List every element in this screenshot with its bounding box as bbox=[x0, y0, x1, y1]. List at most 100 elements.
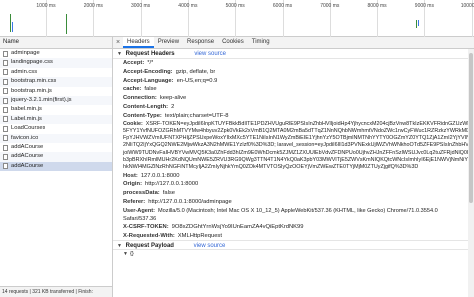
cookie-key: Cookie: bbox=[123, 120, 143, 127]
collapse-triangle-icon[interactable]: ▼ bbox=[117, 241, 122, 251]
request-name: landingpage.css bbox=[11, 59, 53, 66]
request-name: addACourse bbox=[11, 153, 44, 160]
timeline-request-bar bbox=[66, 14, 67, 34]
timeline-tick-label: 5000 ms bbox=[225, 3, 245, 9]
request-name: jquery-3.2.1.min(first).js bbox=[11, 96, 72, 103]
header-row: X-CSRF-TOKEN: 9O8xZDGhtYrnWsjYo9IUnEamZA4… bbox=[113, 223, 474, 232]
timeline-overview[interactable]: 1000 ms 2000 ms 3000 ms 4000 ms 5000 ms 6000 … bbox=[0, 0, 474, 37]
header-value: false bbox=[162, 190, 175, 197]
request-name: Label.min.js bbox=[11, 115, 42, 122]
timeline-tick-label: 7000 ms bbox=[320, 3, 340, 9]
request-payload-section[interactable]: ▼ Request Payload view source bbox=[113, 240, 474, 251]
file-icon bbox=[3, 125, 8, 132]
request-row[interactable]: bootstrap.min.css bbox=[0, 77, 112, 87]
header-row: Content-Type: text/plain;charset=UTF-8 bbox=[113, 112, 474, 121]
timeline-tick-label: 3000 ms bbox=[131, 3, 151, 9]
file-icon bbox=[3, 135, 8, 142]
header-value: XMLHttpRequest bbox=[177, 232, 222, 239]
header-list-2: Host: 127.0.0.1:8000 Origin: http://127.0.0… bbox=[113, 172, 474, 207]
request-row[interactable]: addACourse bbox=[0, 161, 112, 172]
user-agent-key: User-Agent: bbox=[123, 207, 156, 214]
timeline-request-bar bbox=[416, 20, 417, 28]
timeline-request-bar bbox=[12, 22, 13, 32]
header-row: Accept-Language: en-US,en;q=0.9 bbox=[113, 77, 474, 86]
header-row: Accept-Encoding: gzip, deflate, br bbox=[113, 68, 474, 77]
request-detail-pane: × Headers Preview Response Cookies Timing ▼ … bbox=[113, 37, 474, 297]
request-row[interactable]: bootstrap.min.js bbox=[0, 87, 112, 96]
timeline-request-bar bbox=[10, 14, 11, 32]
file-icon bbox=[3, 144, 8, 151]
header-value: 2 bbox=[171, 103, 175, 110]
header-row: Accept: */* bbox=[113, 59, 474, 68]
timeline-tick-label: 1000 ms bbox=[36, 3, 56, 9]
timeline-tick-label: 6000 ms bbox=[272, 3, 293, 9]
header-value: keep-alive bbox=[159, 95, 187, 102]
status-summary: 14 requests | 321 KB transferred | Finis… bbox=[2, 289, 93, 295]
header-key: Referer: bbox=[123, 199, 146, 206]
header-value: http://127.0.0.1:8000 bbox=[145, 181, 199, 188]
request-row[interactable]: jquery-3.2.1.min(first).js bbox=[0, 95, 112, 106]
timeline-tick-label: 10000 ms bbox=[460, 3, 474, 9]
header-key: Origin: bbox=[123, 181, 142, 188]
request-row[interactable]: babel.min.js bbox=[0, 105, 112, 114]
header-key: Accept-Encoding: bbox=[123, 68, 173, 75]
request-name: admin.css bbox=[11, 68, 38, 75]
tab-response[interactable]: Response bbox=[183, 37, 218, 48]
file-icon bbox=[3, 78, 8, 85]
header-row: Referer: http://127.0.0.1:8000/adminpage bbox=[113, 198, 474, 207]
request-row[interactable]: favicon.ico bbox=[0, 133, 112, 143]
header-key: X-Requested-With: bbox=[123, 232, 175, 239]
request-row[interactable]: LoadCourses bbox=[0, 124, 112, 133]
cookie-header: Cookie: XSRF-TOKEN=eyJpdiI6InpKTUYFBkkBdI… bbox=[113, 121, 474, 172]
request-name: LoadCourses bbox=[11, 125, 46, 132]
network-status-bar: 14 requests | 321 KB transferred | Finis… bbox=[0, 286, 112, 297]
payload-view-source-link[interactable]: view source bbox=[194, 243, 226, 249]
header-value: http://127.0.0.1:8000/adminpage bbox=[148, 199, 232, 206]
header-key: Accept: bbox=[123, 60, 145, 66]
payload-value: {} bbox=[129, 251, 134, 258]
header-value: 127.0.0.1:8000 bbox=[140, 172, 180, 179]
request-row[interactable]: addACourse bbox=[0, 143, 112, 152]
header-key: Host: bbox=[123, 172, 138, 179]
header-value: text/plain;charset=UTF-8 bbox=[164, 112, 229, 119]
request-name: addACourse bbox=[11, 162, 44, 169]
request-headers-section[interactable]: ▼ Request Headers view source bbox=[113, 49, 474, 59]
tab-preview[interactable]: Preview bbox=[154, 37, 183, 48]
scrollbar-thumb[interactable] bbox=[469, 53, 473, 203]
file-icon bbox=[3, 163, 8, 170]
header-row: Host: 127.0.0.1:8000 bbox=[113, 172, 474, 181]
file-icon bbox=[3, 60, 8, 67]
request-row[interactable]: landingpage.css bbox=[0, 58, 112, 68]
request-payload-title: Request Payload bbox=[125, 243, 174, 250]
header-key: Accept-Language: bbox=[123, 77, 174, 84]
header-value: */* bbox=[147, 60, 154, 66]
request-name: favicon.ico bbox=[11, 134, 39, 141]
request-row[interactable]: admin.css bbox=[0, 68, 112, 77]
name-column-header[interactable]: Name bbox=[0, 37, 112, 49]
tab-timing[interactable]: Timing bbox=[248, 37, 274, 48]
request-list-pane: Name adminpage landingpage.css admin.css bo… bbox=[0, 37, 113, 297]
close-detail-icon[interactable]: × bbox=[113, 37, 123, 48]
file-icon bbox=[3, 97, 8, 104]
header-key: Content-Length: bbox=[123, 103, 169, 110]
header-value: 9O8xZDGhtYrnWsjYo9IUnEamZA4vQiEptKrdNK99 bbox=[171, 223, 304, 230]
name-column-title: Name bbox=[3, 39, 20, 45]
payload-body: ▼{} bbox=[113, 250, 474, 259]
request-row[interactable]: Label.min.js bbox=[0, 114, 112, 125]
detail-scrollbar[interactable] bbox=[468, 49, 474, 297]
header-row: Origin: http://127.0.0.1:8000 bbox=[113, 180, 474, 189]
view-source-link[interactable]: view source bbox=[194, 51, 226, 57]
user-agent-value: Mozilla/5.0 (Macintosh; Intel Mac OS X 1… bbox=[123, 207, 438, 222]
request-name: adminpage bbox=[11, 50, 40, 56]
expand-triangle-icon[interactable]: ▼ bbox=[123, 251, 128, 257]
collapse-triangle-icon[interactable]: ▼ bbox=[117, 49, 122, 59]
timeline-tick-label: 9000 ms bbox=[414, 3, 434, 9]
tab-cookies[interactable]: Cookies bbox=[218, 37, 248, 48]
request-row[interactable]: addACourse bbox=[0, 152, 112, 162]
request-name: bootstrap.min.css bbox=[11, 78, 57, 85]
tab-headers[interactable]: Headers bbox=[123, 37, 154, 48]
request-row[interactable]: adminpage bbox=[0, 49, 112, 58]
header-key: X-CSRF-TOKEN: bbox=[123, 223, 169, 230]
header-list-3: X-CSRF-TOKEN: 9O8xZDGhtYrnWsjYo9IUnEamZA4… bbox=[113, 223, 474, 241]
header-list: Accept: */* Accept-Encoding: gzip, deflate,… bbox=[113, 59, 474, 121]
